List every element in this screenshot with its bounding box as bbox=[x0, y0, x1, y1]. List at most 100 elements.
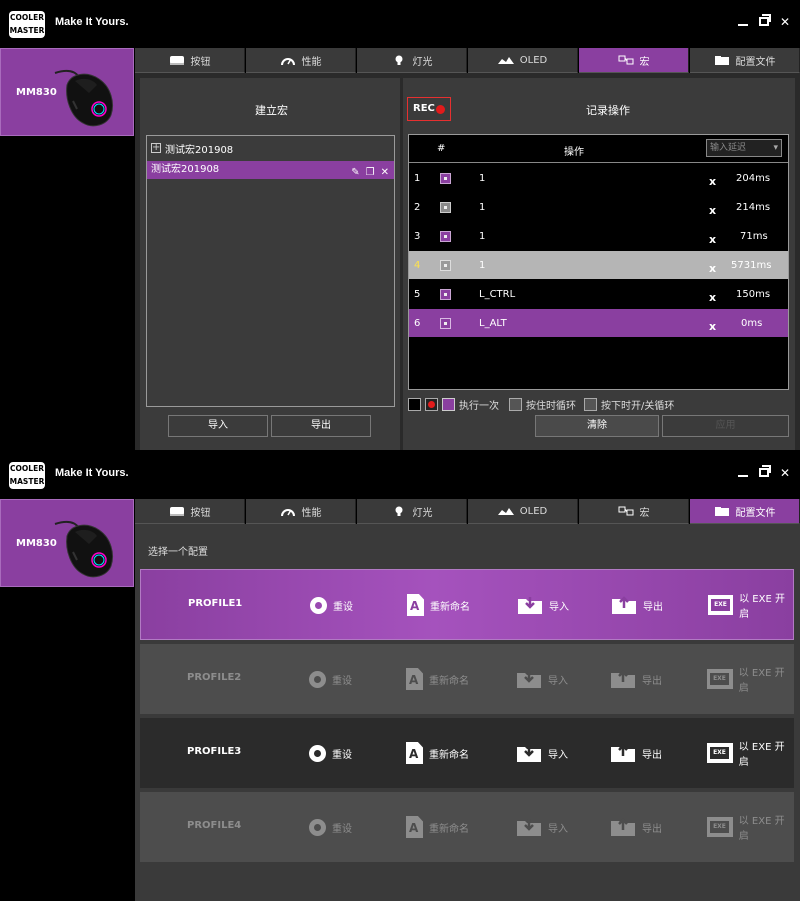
import-button[interactable]: 导入 bbox=[516, 665, 568, 693]
reset-button[interactable]: 重设 bbox=[310, 591, 353, 619]
import-label: 导入 bbox=[549, 601, 569, 613]
export-folder-icon bbox=[611, 670, 635, 688]
row-delete-icon[interactable]: x bbox=[709, 175, 716, 188]
import-label: 导入 bbox=[548, 823, 568, 835]
row-action: 1 bbox=[479, 260, 486, 271]
device-card[interactable]: MM830 bbox=[0, 499, 134, 587]
macro-list: + 测试宏201908 测试宏201908 ✎ ❐ ✕ bbox=[146, 135, 395, 407]
row-delete-icon[interactable]: x bbox=[709, 204, 716, 217]
reset-button[interactable]: 重设 bbox=[309, 665, 352, 693]
rename-button[interactable]: A 重新命名 bbox=[406, 665, 469, 693]
tab-lighting[interactable]: 灯光 bbox=[357, 499, 467, 524]
mouse-pad-icon bbox=[169, 506, 184, 516]
tab-bar: 按钮 性能 灯光 OLED 宏 配置文件 bbox=[135, 499, 800, 524]
export-button[interactable]: 导出 bbox=[610, 739, 662, 767]
close-button[interactable]: ✕ bbox=[777, 14, 793, 30]
row-delete-icon[interactable]: x bbox=[709, 262, 716, 275]
minimize-icon bbox=[738, 24, 748, 26]
reset-label: 重设 bbox=[332, 749, 352, 761]
open-exe-button[interactable]: EXE 以 EXE 开启 bbox=[707, 739, 794, 768]
export-button[interactable]: 导出 bbox=[611, 591, 663, 619]
reset-button[interactable]: 重设 bbox=[309, 813, 352, 841]
tab-bar: 按钮 性能 灯光 OLED 宏 配置文件 bbox=[135, 48, 800, 73]
tab-label: 配置文件 bbox=[735, 56, 776, 68]
import-folder-icon bbox=[517, 745, 541, 762]
record-toggle-button[interactable] bbox=[425, 397, 438, 411]
tab-oled[interactable]: OLED bbox=[468, 499, 578, 524]
open-exe-button[interactable]: EXE 以 EXE 开启 bbox=[707, 813, 794, 842]
tab-buttons[interactable]: 按钮 bbox=[135, 48, 245, 73]
tab-macro[interactable]: 宏 bbox=[579, 48, 689, 73]
tab-profiles[interactable]: 配置文件 bbox=[690, 499, 800, 524]
maximize-button[interactable] bbox=[756, 465, 772, 481]
reset-icon bbox=[309, 744, 326, 762]
exe-icon-text: EXE bbox=[710, 747, 729, 759]
row-num: 4 bbox=[414, 260, 421, 271]
minimize-button[interactable] bbox=[735, 465, 751, 481]
tab-performance[interactable]: 性能 bbox=[246, 48, 356, 73]
import-folder-icon bbox=[517, 819, 541, 836]
record-row-selected[interactable]: 6 L_ALT x 0ms bbox=[409, 309, 788, 337]
brand-tagline: Make It Yours. bbox=[55, 16, 129, 28]
profile-name: PROFILE4 bbox=[187, 820, 242, 831]
open-exe-button[interactable]: EXE 以 EXE 开启 bbox=[707, 665, 794, 694]
delete-icon[interactable]: ✕ bbox=[381, 164, 389, 182]
export-label: 导出 bbox=[642, 823, 662, 835]
maximize-button[interactable] bbox=[756, 14, 772, 30]
rename-button[interactable]: A 重新命名 bbox=[407, 591, 470, 619]
tab-oled[interactable]: OLED bbox=[468, 48, 578, 73]
macro-export-button[interactable]: 导出 bbox=[271, 415, 371, 437]
record-row[interactable]: 3 1 x 71ms bbox=[409, 222, 788, 250]
tab-lighting[interactable]: 灯光 bbox=[357, 48, 467, 73]
reset-button[interactable]: 重设 bbox=[309, 739, 352, 767]
col-num-header: # bbox=[437, 143, 446, 154]
row-delete-icon[interactable]: x bbox=[709, 233, 716, 246]
import-button[interactable]: 导入 bbox=[516, 813, 568, 841]
row-num: 6 bbox=[414, 318, 421, 329]
device-card[interactable]: MM830 bbox=[0, 48, 134, 136]
edit-icon[interactable]: ✎ bbox=[351, 164, 359, 182]
row-num: 1 bbox=[414, 173, 421, 184]
tab-performance[interactable]: 性能 bbox=[246, 499, 356, 524]
record-row[interactable]: 2 1 x 214ms bbox=[409, 193, 788, 221]
row-delay: 204ms bbox=[736, 173, 771, 184]
clear-button[interactable]: 清除 bbox=[535, 415, 659, 437]
macro-import-button[interactable]: 导入 bbox=[168, 415, 268, 437]
record-row[interactable]: 4 1 x 5731ms bbox=[409, 251, 788, 279]
run-once-checkbox[interactable] bbox=[442, 397, 455, 411]
open-exe-button[interactable]: EXE 以 EXE 开启 bbox=[708, 591, 793, 620]
macro-group[interactable]: + 测试宏201908 bbox=[151, 140, 233, 156]
profile-row[interactable]: PROFILE2 重设 A 重新命名 导入 导出 EXE 以 EXE 开启 bbox=[140, 644, 794, 714]
import-button[interactable]: 导入 bbox=[516, 739, 568, 767]
row-delete-icon[interactable]: x bbox=[709, 320, 716, 333]
tab-profiles[interactable]: 配置文件 bbox=[690, 48, 800, 73]
record-row[interactable]: 1 1 x 204ms bbox=[409, 164, 788, 192]
reset-icon bbox=[309, 818, 326, 836]
export-button[interactable]: 导出 bbox=[610, 665, 662, 693]
stop-record-button[interactable] bbox=[408, 397, 421, 411]
import-button[interactable]: 导入 bbox=[517, 591, 569, 619]
duplicate-icon[interactable]: ❐ bbox=[366, 164, 375, 182]
row-delete-icon[interactable]: x bbox=[709, 291, 716, 304]
export-label: 导出 bbox=[643, 601, 663, 613]
title-bar: COOLER MASTER Make It Yours. ✕ bbox=[0, 451, 800, 499]
tab-macro[interactable]: 宏 bbox=[579, 499, 689, 524]
toggle-loop-checkbox[interactable] bbox=[584, 397, 597, 411]
row-delay: 71ms bbox=[740, 231, 768, 242]
delay-input[interactable]: 输入延迟 ▾ bbox=[706, 139, 782, 157]
rename-button[interactable]: A 重新命名 bbox=[406, 813, 469, 841]
rec-button[interactable]: REC bbox=[407, 97, 451, 121]
profile-row[interactable]: PROFILE3 重设 A 重新命名 导入 导出 EXE 以 EXE 开启 bbox=[140, 718, 794, 788]
profile-row-active[interactable]: PROFILE1 重设 A 重新命名 导入 导出 EXE 以 EXE 开启 bbox=[140, 569, 794, 640]
minimize-button[interactable] bbox=[735, 14, 751, 30]
tab-label: OLED bbox=[519, 505, 548, 517]
close-button[interactable]: ✕ bbox=[777, 465, 793, 481]
tab-buttons[interactable]: 按钮 bbox=[135, 499, 245, 524]
hold-loop-checkbox[interactable] bbox=[509, 397, 522, 411]
rename-button[interactable]: A 重新命名 bbox=[406, 739, 469, 767]
macro-item-selected[interactable]: 测试宏201908 ✎ ❐ ✕ bbox=[147, 161, 394, 179]
apply-button[interactable]: 应用 bbox=[662, 415, 789, 437]
profile-row[interactable]: PROFILE4 重设 A 重新命名 导入 导出 EXE 以 EXE 开启 bbox=[140, 792, 794, 862]
export-button[interactable]: 导出 bbox=[610, 813, 662, 841]
record-row[interactable]: 5 L_CTRL x 150ms bbox=[409, 280, 788, 308]
